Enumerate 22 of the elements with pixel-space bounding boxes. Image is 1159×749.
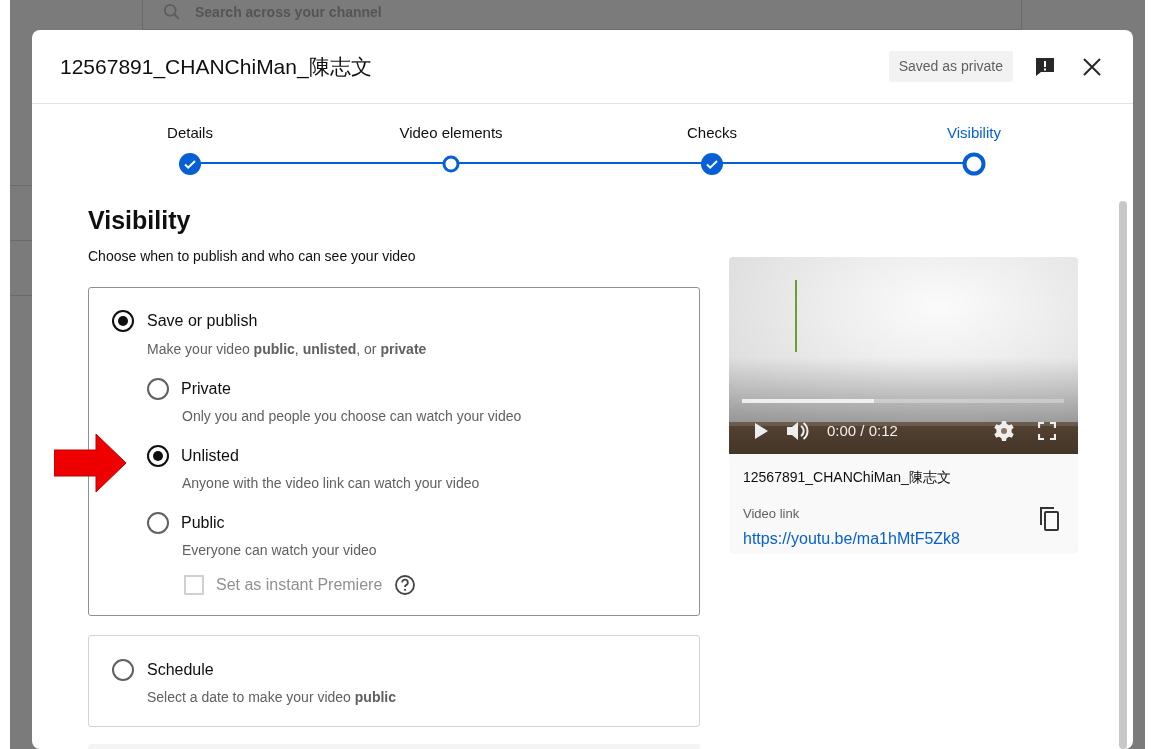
option-description: Make your video public, unlisted, or private [147, 340, 428, 359]
video-filename: 12567891_CHANChiMan_陳志文 [743, 468, 952, 487]
option-description: Anyone with the video link can watch your video [182, 474, 481, 493]
dialog-title: 12567891_CHANChiMan_陳志文 [60, 53, 372, 81]
time-display: 0:00 / 0:12 [827, 421, 898, 441]
link-label: Video link [743, 505, 800, 523]
step-tab[interactable]: Video elements [399, 122, 503, 145]
option-label[interactable]: Save or publish [147, 309, 258, 333]
step-tab[interactable]: Checks [687, 122, 737, 145]
option-label[interactable]: Schedule [147, 658, 214, 682]
option-label[interactable]: Private [181, 377, 231, 401]
video-link[interactable]: https://youtu.be/ma1hMtF5Zk8 [743, 526, 1064, 551]
section-description: Choose when to publish and who can see your video [88, 247, 417, 266]
step-tab[interactable]: Visibility [947, 122, 1001, 145]
option-label[interactable]: Unlisted [181, 444, 239, 468]
option-description: Only you and people you choose can watch your video [182, 407, 523, 426]
step-tab[interactable]: Details [167, 122, 213, 145]
option-label[interactable]: Public [181, 511, 225, 535]
option-description: Everyone can watch your video [182, 541, 378, 560]
save-status-badge: Saved as private [888, 51, 1013, 82]
option-description: Select a date to make your video public [147, 688, 398, 707]
section-heading: Visibility [88, 205, 192, 235]
